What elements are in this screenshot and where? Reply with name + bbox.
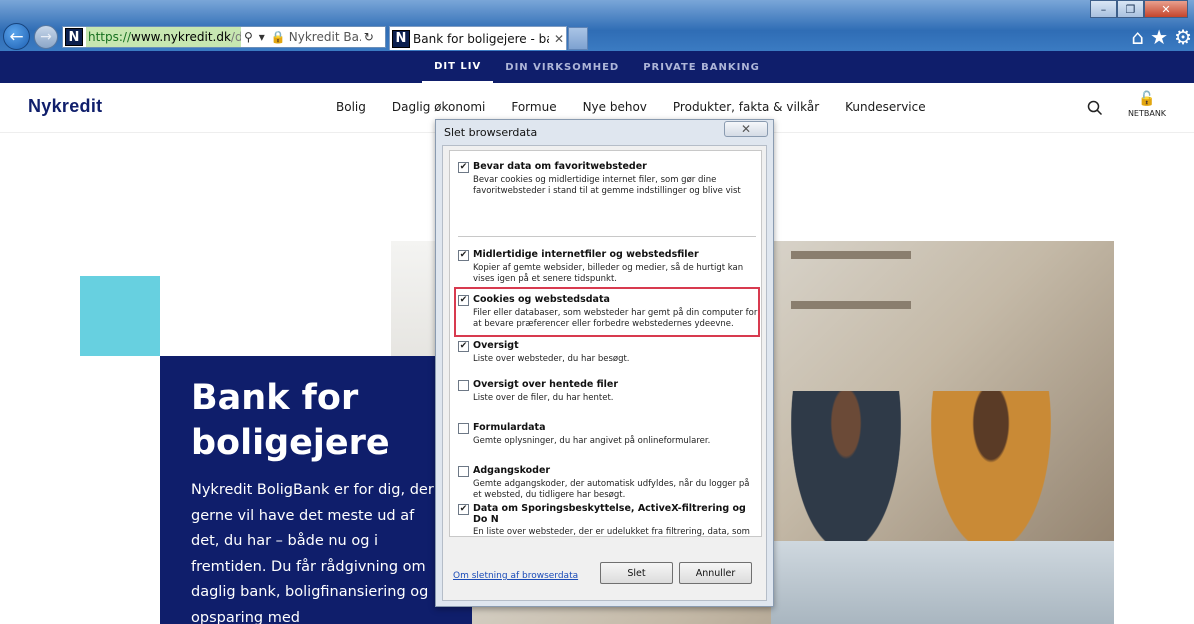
close-icon: ✕ (740, 122, 752, 136)
forward-button[interactable]: → (34, 25, 58, 49)
chevron-down-icon[interactable]: ▾ (256, 30, 268, 44)
options-list[interactable]: ✔ Bevar data om favoritwebsteder Bevar co… (449, 150, 762, 537)
url-scheme: https:// (88, 30, 132, 44)
toolbar-icons: ⌂ ★ ⚙ (1131, 25, 1192, 49)
checkbox[interactable] (458, 423, 469, 434)
option-history: ✔ Oversigt Liste over websteder, du har b… (458, 340, 630, 364)
minimize-button[interactable]: – (1090, 0, 1117, 18)
site-identity[interactable]: Nykredit Ba... (289, 30, 361, 44)
checkbox[interactable] (458, 466, 469, 477)
cancel-button[interactable]: Annuller (679, 562, 752, 584)
tab-favicon: N (392, 29, 410, 48)
home-icon[interactable]: ⌂ (1131, 25, 1144, 49)
hero-title: Bank for boligejere (191, 378, 390, 463)
close-icon[interactable]: ✕ (554, 32, 564, 46)
photo-person (931, 391, 1051, 551)
back-button[interactable]: ← (3, 23, 30, 50)
url-host: www.nykredit.dk (131, 30, 231, 44)
padlock-icon: 🔓 (1138, 91, 1156, 107)
nav-produkter[interactable]: Produkter, fakta & vilkår (673, 100, 819, 114)
hero-panel: Bank for boligejere Nykredit BoligBank e… (160, 356, 472, 624)
url-path: /dit-liv/ (230, 30, 241, 44)
search-icon[interactable] (1087, 100, 1103, 116)
browser-chrome: – ❐ ✕ ← → N https://www.nykredit.dk/dit-… (0, 0, 1194, 51)
nav-nye-behov[interactable]: Nye behov (583, 100, 647, 114)
netbank-label: NETBANK (1127, 109, 1167, 118)
refresh-icon[interactable]: ↻ (361, 30, 377, 44)
decorative-square (80, 276, 160, 356)
nav-daglig-okonomi[interactable]: Daglig økonomi (392, 100, 486, 114)
restore-button[interactable]: ❐ (1117, 0, 1144, 18)
photo-shelf (791, 251, 911, 259)
arrow-right-icon: → (40, 29, 52, 45)
address-bar[interactable]: N https://www.nykredit.dk/dit-liv/ ⚲ ▾ 🔒… (62, 26, 386, 48)
close-window-button[interactable]: ✕ (1144, 0, 1188, 18)
topnav-private-banking[interactable]: PRIVATE BANKING (631, 51, 772, 83)
gear-icon[interactable]: ⚙ (1174, 25, 1192, 49)
checkbox[interactable] (458, 380, 469, 391)
photo-table (771, 541, 1114, 624)
new-tab-button[interactable] (568, 27, 588, 50)
topnav-dit-liv[interactable]: DIT LIV (422, 51, 494, 83)
checkbox[interactable]: ✔ (458, 250, 469, 261)
url-text[interactable]: https://www.nykredit.dk/dit-liv/ (86, 27, 241, 47)
favicon: N (65, 28, 83, 46)
topnav-din-virksomhed[interactable]: DIN VIRKSOMHED (493, 51, 631, 83)
arrow-left-icon: ← (9, 26, 24, 47)
search-icon[interactable]: ⚲ (241, 30, 256, 44)
logo[interactable]: Nykredit (28, 96, 102, 117)
top-navigation: DIT LIV DIN VIRKSOMHED PRIVATE BANKING (0, 51, 1194, 83)
dialog-title: Slet browserdata (444, 126, 538, 139)
highlight-box (454, 287, 760, 337)
nav-bolig[interactable]: Bolig (336, 100, 366, 114)
option-tracking-data: ✔ Data om Sporingsbeskyttelse, ActiveX-fi… (458, 503, 750, 537)
checkbox[interactable]: ✔ (458, 162, 469, 173)
main-navigation: Bolig Daglig økonomi Formue Nye behov Pr… (336, 100, 926, 114)
option-form-data: Formulardata Gemte oplysninger, du har a… (458, 422, 758, 447)
lock-icon[interactable]: 🔒 (268, 30, 289, 44)
nav-formue[interactable]: Formue (511, 100, 556, 114)
checkbox[interactable]: ✔ (458, 504, 469, 515)
option-temp-files: ✔ Midlertidige internetfiler og webstedsf… (458, 249, 744, 284)
divider (458, 236, 756, 237)
window-controls: – ❐ ✕ (1090, 0, 1188, 18)
photo-person (791, 391, 901, 551)
delete-browsing-data-dialog: Slet browserdata ✕ ✔ Bevar data om favori… (435, 119, 774, 607)
delete-button[interactable]: Slet (600, 562, 673, 584)
option-passwords: Adgangskoder Gemte adgangskoder, der aut… (458, 465, 758, 501)
checkbox[interactable]: ✔ (458, 341, 469, 352)
netbank-button[interactable]: 🔓 NETBANK (1123, 91, 1171, 118)
option-download-history: Oversigt over hentede filer Liste over d… (458, 379, 758, 404)
tab-title: Bank for boligejere - bank, ... (413, 31, 549, 46)
option-favorites: ✔ Bevar data om favoritwebsteder Bevar co… (458, 161, 741, 196)
tab-active[interactable]: N Bank for boligejere - bank, ... ✕ (389, 26, 567, 50)
photo-shelf (791, 301, 911, 309)
dialog-close-button[interactable]: ✕ (724, 121, 768, 137)
about-deletion-link[interactable]: Om sletning af browserdata (453, 571, 578, 581)
star-icon[interactable]: ★ (1150, 25, 1168, 49)
hero-text: Nykredit BoligBank er for dig, der gerne… (191, 482, 434, 624)
dialog-body: ✔ Bevar data om favoritwebsteder Bevar co… (442, 145, 767, 601)
nav-kundeservice[interactable]: Kundeservice (845, 100, 925, 114)
